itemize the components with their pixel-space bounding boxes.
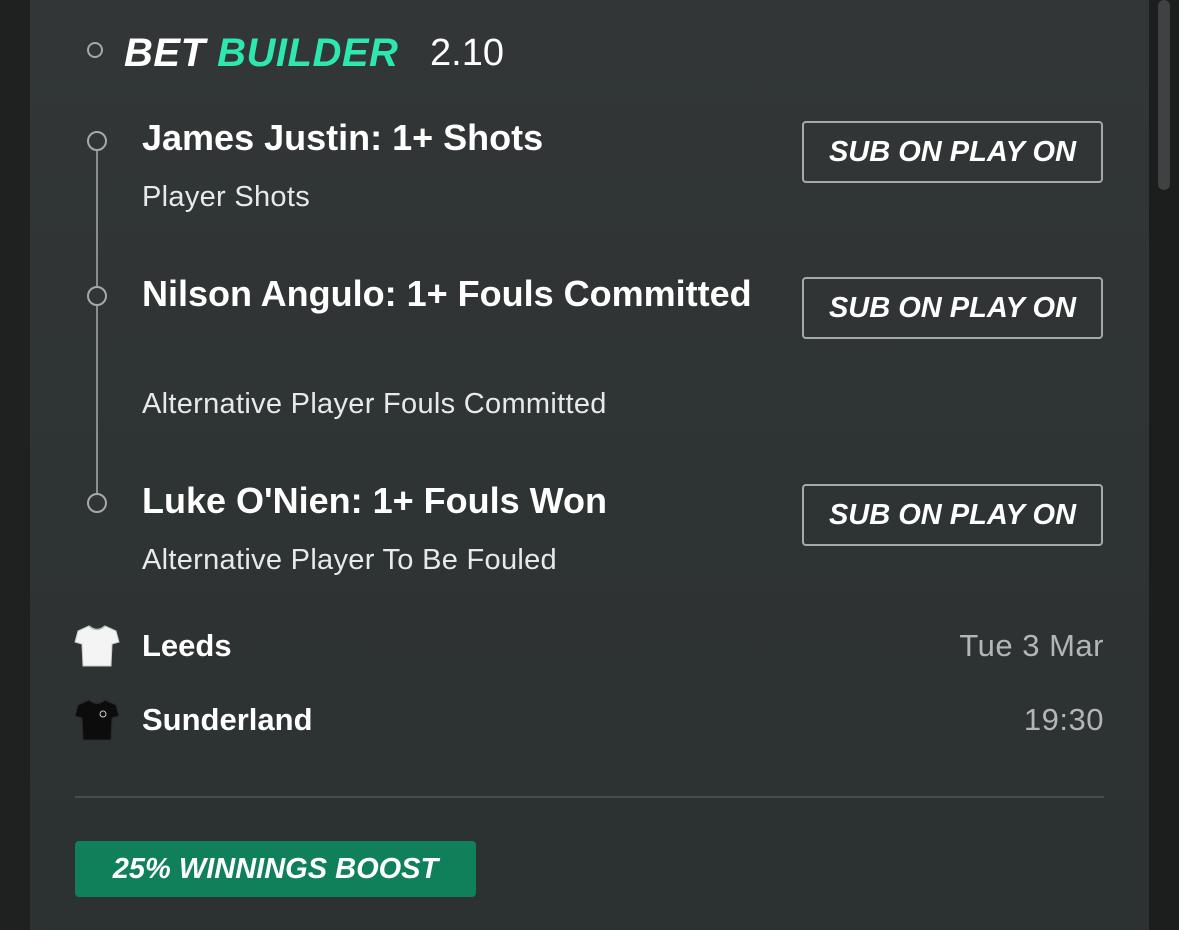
scrollbar-thumb[interactable] <box>1158 0 1170 190</box>
black-shirt-icon <box>74 699 120 741</box>
leg-title: James Justin: 1+ Shots <box>142 117 544 158</box>
title-bet: BET <box>124 31 206 75</box>
winnings-boost-badge: 25% WINNINGS BOOST <box>75 841 476 897</box>
away-team-name: Sunderland <box>142 702 313 737</box>
leg-title: Nilson Angulo: 1+ Fouls Committed <box>142 273 752 314</box>
match-date: Tue 3 Mar <box>959 628 1104 663</box>
combined-odds: 2.10 <box>430 32 504 74</box>
sub-on-play-on-button[interactable]: SUB ON PLAY ON <box>802 484 1103 546</box>
match-time: 19:30 <box>1023 702 1104 737</box>
sub-on-play-on-button[interactable]: SUB ON PLAY ON <box>802 277 1103 339</box>
bet-builder-title: BET BUILDER <box>124 28 398 78</box>
leg-dot <box>87 493 107 513</box>
white-shirt-icon <box>74 625 120 667</box>
leg-market: Alternative Player Fouls Committed <box>142 388 607 420</box>
title-builder: BUILDER <box>217 31 399 75</box>
away-team-row: Sunderland 19:30 <box>74 695 1104 745</box>
sub-on-play-on-button[interactable]: SUB ON PLAY ON <box>802 121 1103 183</box>
home-team-name: Leeds <box>142 628 232 663</box>
leg-title: Luke O'Nien: 1+ Fouls Won <box>142 480 607 521</box>
timeline-line <box>96 146 98 504</box>
home-team-row: Leeds Tue 3 Mar <box>74 621 1104 671</box>
divider <box>75 796 1104 798</box>
leg-market: Alternative Player To Be Fouled <box>142 544 557 576</box>
leg-market: Player Shots <box>142 181 311 213</box>
leg-dot <box>87 286 107 306</box>
leg-dot <box>87 131 107 151</box>
header-timeline-dot <box>87 42 103 58</box>
